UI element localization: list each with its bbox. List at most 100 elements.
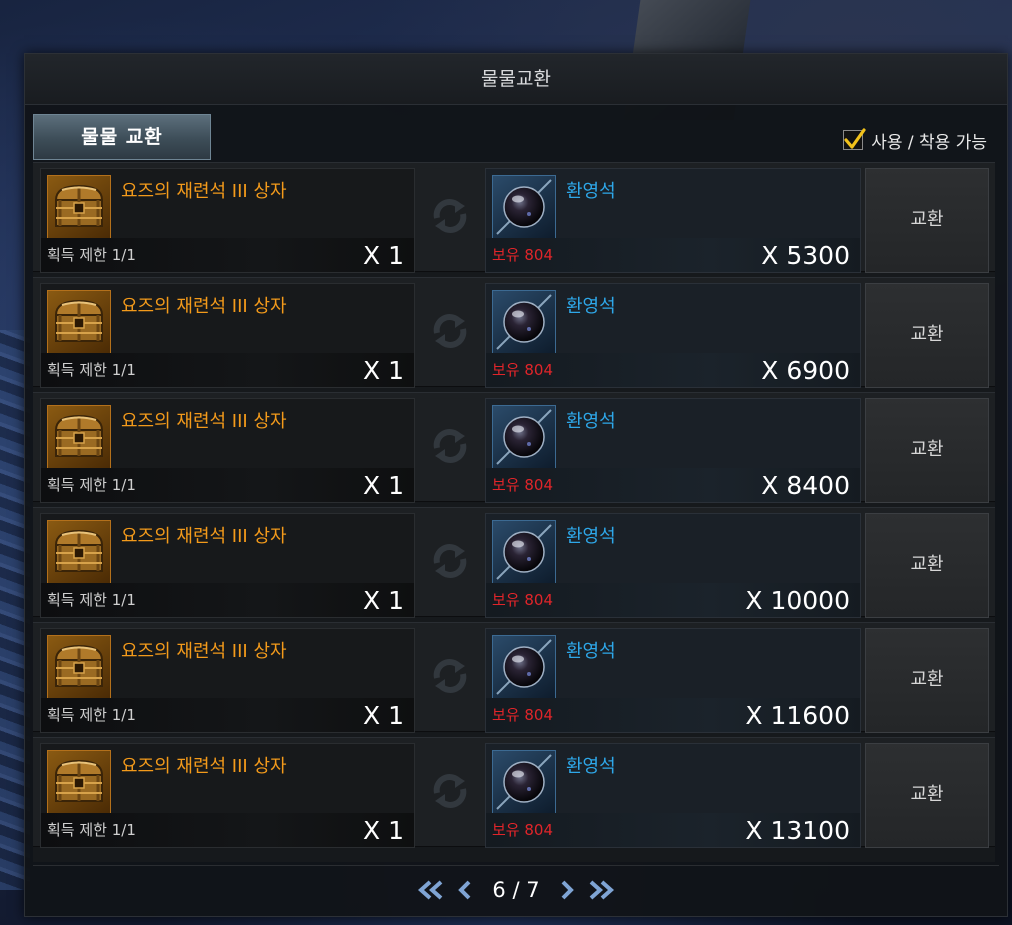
treasure-chest-icon [54, 759, 104, 802]
get-item-quantity: X 5300 [761, 241, 850, 270]
get-item-quantity: X 11600 [745, 701, 850, 730]
double-chevron-left-icon [418, 880, 443, 900]
phantom-stone-orb-icon [496, 294, 552, 350]
get-item-name: 환영석 [566, 756, 616, 777]
window-title: 물물교환 [25, 54, 1007, 105]
owned-count: 보유 804 [492, 706, 553, 724]
get-item-icon-frame [492, 750, 556, 814]
give-item-name: 요즈의 재련석 III 상자 [121, 411, 287, 432]
swap-icon-wrapper [425, 651, 475, 701]
exchange-button[interactable]: 교환 [865, 628, 989, 733]
give-item-name: 요즈의 재련석 III 상자 [121, 526, 287, 547]
get-item-icon-frame [492, 175, 556, 239]
owned-count: 보유 804 [492, 591, 553, 609]
double-chevron-right-icon [589, 880, 614, 900]
give-item-slot[interactable]: 요즈의 재련석 III 상자 획득 제한 1/1 X 1 [40, 398, 415, 503]
last-page-button[interactable] [584, 875, 618, 905]
give-item-info-strip: 획득 제한 1/1 X 1 [41, 468, 414, 502]
tab-row: 물물 교환 사용 / 착용 가능 [25, 105, 1007, 163]
get-item-info-strip: 보유 804 X 5300 [486, 238, 860, 272]
usable-filter-checkbox[interactable] [843, 128, 866, 150]
acquire-limit: 획득 제한 1/1 [47, 476, 136, 494]
swap-arrows-icon [433, 429, 467, 463]
owned-count: 보유 804 [492, 476, 553, 494]
get-item-quantity: X 6900 [761, 356, 850, 385]
give-item-quantity: X 1 [363, 816, 404, 845]
tab-barter[interactable]: 물물 교환 [33, 114, 211, 160]
give-item-slot[interactable]: 요즈의 재련석 III 상자 획득 제한 1/1 X 1 [40, 283, 415, 388]
give-item-quantity: X 1 [363, 471, 404, 500]
give-item-slot[interactable]: 요즈의 재련석 III 상자 획득 제한 1/1 X 1 [40, 513, 415, 618]
exchange-button[interactable]: 교환 [865, 283, 989, 388]
next-page-button[interactable] [550, 875, 584, 905]
give-item-quantity: X 1 [363, 356, 404, 385]
get-item-info-strip: 보유 804 X 10000 [486, 583, 860, 617]
give-item-name: 요즈의 재련석 III 상자 [121, 181, 287, 202]
chevron-left-icon [458, 880, 471, 900]
give-item-slot[interactable]: 요즈의 재련석 III 상자 획득 제한 1/1 X 1 [40, 743, 415, 848]
treasure-chest-icon [54, 529, 104, 572]
get-item-quantity: X 8400 [761, 471, 850, 500]
get-item-slot[interactable]: 환영석 보유 804 X 13100 [485, 743, 861, 848]
owned-count: 보유 804 [492, 361, 553, 379]
give-item-name: 요즈의 재련석 III 상자 [121, 296, 287, 317]
get-item-name: 환영석 [566, 181, 616, 202]
checkmark-icon [844, 128, 866, 149]
give-item-info-strip: 획득 제한 1/1 X 1 [41, 698, 414, 732]
page-indicator: 6 / 7 [492, 878, 540, 902]
swap-arrows-icon [433, 544, 467, 578]
pagination: 6 / 7 [25, 872, 1007, 908]
give-item-quantity: X 1 [363, 701, 404, 730]
give-item-info-strip: 획득 제한 1/1 X 1 [41, 813, 414, 847]
usable-filter-toggle[interactable]: 사용 / 착용 가능 [843, 127, 987, 153]
treasure-chest-icon [54, 299, 104, 342]
get-item-icon-frame [492, 405, 556, 469]
get-item-info-strip: 보유 804 X 6900 [486, 353, 860, 387]
give-item-info-strip: 획득 제한 1/1 X 1 [41, 353, 414, 387]
first-page-button[interactable] [414, 875, 448, 905]
exchange-row: 요즈의 재련석 III 상자 획득 제한 1/1 X 1 환영석 보유 804 … [33, 392, 995, 503]
pager-divider [33, 865, 999, 866]
chevron-right-icon [561, 880, 574, 900]
phantom-stone-orb-icon [496, 409, 552, 465]
give-item-icon-frame [47, 520, 111, 584]
give-item-name: 요즈의 재련석 III 상자 [121, 756, 287, 777]
get-item-name: 환영석 [566, 526, 616, 547]
give-item-icon-frame [47, 635, 111, 699]
prev-page-button[interactable] [448, 875, 482, 905]
exchange-button[interactable]: 교환 [865, 513, 989, 618]
exchange-row: 요즈의 재련석 III 상자 획득 제한 1/1 X 1 환영석 보유 804 … [33, 737, 995, 848]
give-item-icon-frame [47, 290, 111, 354]
get-item-name: 환영석 [566, 411, 616, 432]
give-item-quantity: X 1 [363, 241, 404, 270]
swap-icon-wrapper [425, 766, 475, 816]
swap-icon-wrapper [425, 191, 475, 241]
get-item-slot[interactable]: 환영석 보유 804 X 8400 [485, 398, 861, 503]
swap-arrows-icon [433, 199, 467, 233]
get-item-info-strip: 보유 804 X 13100 [486, 813, 860, 847]
phantom-stone-orb-icon [496, 754, 552, 810]
exchange-row: 요즈의 재련석 III 상자 획득 제한 1/1 X 1 환영석 보유 804 … [33, 622, 995, 733]
give-item-slot[interactable]: 요즈의 재련석 III 상자 획득 제한 1/1 X 1 [40, 168, 415, 273]
phantom-stone-orb-icon [496, 524, 552, 580]
get-item-slot[interactable]: 환영석 보유 804 X 10000 [485, 513, 861, 618]
give-item-slot[interactable]: 요즈의 재련석 III 상자 획득 제한 1/1 X 1 [40, 628, 415, 733]
owned-count: 보유 804 [492, 246, 553, 264]
exchange-row: 요즈의 재련석 III 상자 획득 제한 1/1 X 1 환영석 보유 804 … [33, 507, 995, 618]
phantom-stone-orb-icon [496, 639, 552, 695]
acquire-limit: 획득 제한 1/1 [47, 246, 136, 264]
get-item-slot[interactable]: 환영석 보유 804 X 6900 [485, 283, 861, 388]
get-item-slot[interactable]: 환영석 보유 804 X 11600 [485, 628, 861, 733]
acquire-limit: 획득 제한 1/1 [47, 361, 136, 379]
exchange-button[interactable]: 교환 [865, 398, 989, 503]
get-item-icon-frame [492, 520, 556, 584]
acquire-limit: 획득 제한 1/1 [47, 706, 136, 724]
give-item-icon-frame [47, 750, 111, 814]
acquire-limit: 획득 제한 1/1 [47, 591, 136, 609]
exchange-list: 요즈의 재련석 III 상자 획득 제한 1/1 X 1 환영석 보유 804 … [33, 162, 995, 862]
get-item-slot[interactable]: 환영석 보유 804 X 5300 [485, 168, 861, 273]
exchange-button[interactable]: 교환 [865, 168, 989, 273]
swap-icon-wrapper [425, 536, 475, 586]
exchange-button[interactable]: 교환 [865, 743, 989, 848]
swap-icon-wrapper [425, 306, 475, 356]
